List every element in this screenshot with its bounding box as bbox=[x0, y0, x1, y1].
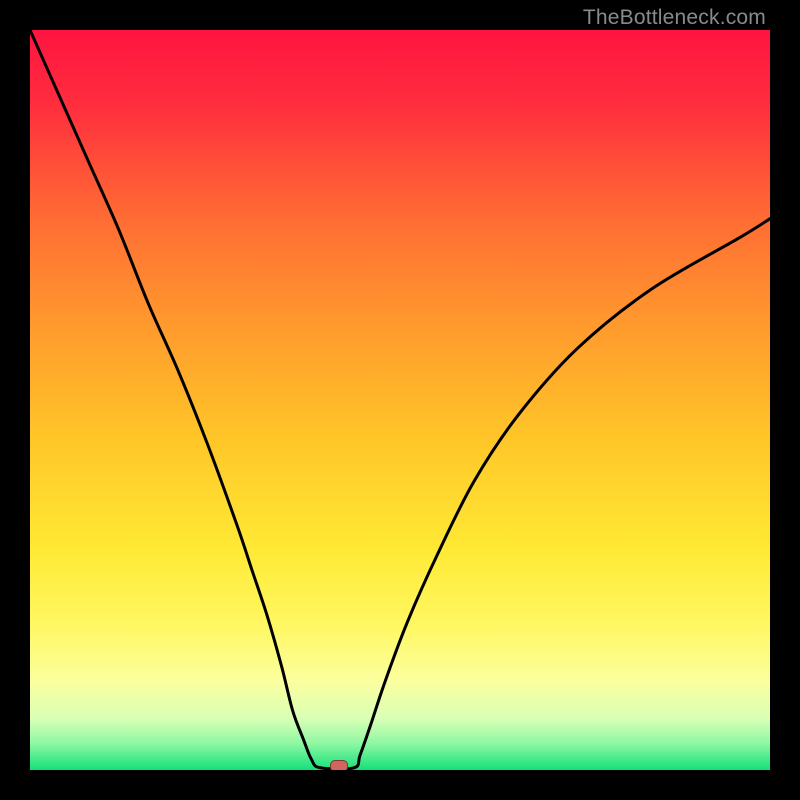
bottleneck-curve bbox=[30, 30, 770, 770]
watermark-text: TheBottleneck.com bbox=[583, 6, 766, 30]
optimum-marker bbox=[330, 760, 348, 770]
chart-frame: TheBottleneck.com bbox=[0, 0, 800, 800]
plot-area bbox=[30, 30, 770, 770]
